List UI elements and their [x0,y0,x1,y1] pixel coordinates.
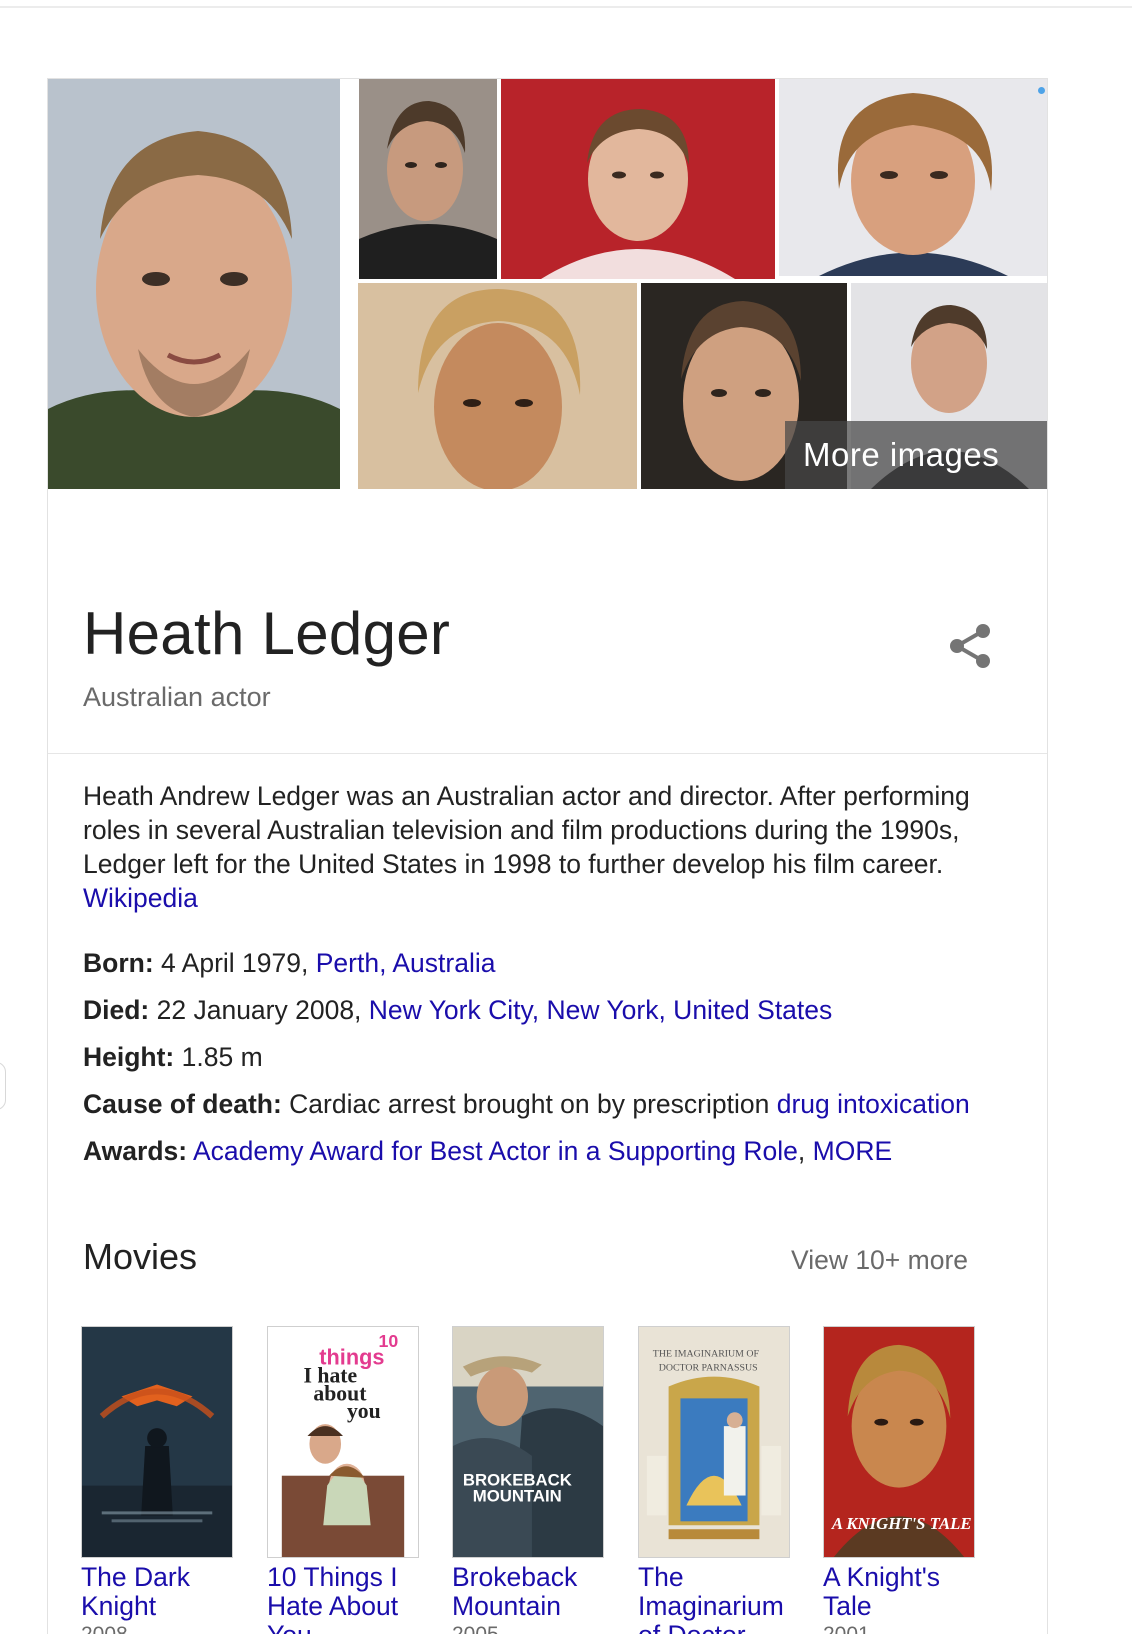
left-scroll-handle[interactable] [0,1062,6,1110]
poster-imaginarium-line2: DOCTOR PARNASSUS [659,1363,758,1374]
movie-year: 2008 [81,1623,246,1634]
movie-title[interactable]: The Imaginarium of Doctor... [638,1563,803,1634]
share-icon[interactable] [943,619,997,673]
fact-value: 22 January 2008, [156,995,362,1025]
image-mosaic: More images [48,79,1047,489]
award-link[interactable]: Academy Award for Best Actor in a Suppor… [193,1136,798,1166]
title-block: Heath Ledger Australian actor [48,489,1047,755]
fact-cause-of-death: Cause of death: Cardiac arrest brought o… [83,1088,1013,1121]
fact-label: Height: [83,1042,175,1072]
movie-card[interactable]: BROKEBACK MOUNTAIN Brokeback Mountain 20… [452,1326,617,1634]
movie-title[interactable]: The Dark Knight [81,1563,246,1621]
page-top-rule [0,6,1132,8]
fact-height: Height: 1.85 m [83,1041,1013,1074]
view-more-movies-link[interactable]: View 10+ more [791,1245,968,1276]
image-tile-dark-shirt[interactable] [359,79,497,279]
movie-poster[interactable]: THE IMAGINARIUM OF DOCTOR PARNASSUS [638,1326,790,1558]
drug-intoxication-link[interactable]: drug intoxication [777,1089,970,1119]
knowledge-panel: More images Heath Ledger Australian acto… [47,78,1048,1634]
fact-label: Died: [83,995,150,1025]
description-text: Heath Andrew Ledger was an Australian ac… [83,781,970,879]
death-place-link[interactable]: New York City, New York, United States [369,995,832,1025]
award-separator: , [797,1136,806,1166]
movie-card[interactable]: THE IMAGINARIUM OF DOCTOR PARNASSUS The … [638,1326,803,1634]
image-tile-knight[interactable] [358,283,637,489]
movie-card[interactable]: The Dark Knight 2008 [81,1326,246,1634]
movie-card[interactable]: A KNIGHT'S TALE A Knight's Tale 2001 [823,1326,988,1634]
movie-title[interactable]: 10 Things I Hate About You [267,1563,432,1634]
fact-label: Born: [83,948,154,978]
fact-value: 4 April 1979, [161,948,309,978]
entity-title: Heath Ledger [83,600,451,667]
image-tile-red-background[interactable] [501,79,775,279]
born-place-link[interactable]: Perth, Australia [316,948,496,978]
movie-title[interactable]: Brokeback Mountain [452,1563,617,1621]
fact-value: Cardiac arrest brought on by prescriptio… [289,1089,770,1119]
movie-poster[interactable]: A KNIGHT'S TALE [823,1326,975,1558]
more-images-button[interactable]: More images [785,421,1047,489]
movie-poster[interactable]: BROKEBACK MOUNTAIN [452,1326,604,1558]
movies-heading: Movies [83,1236,198,1277]
poster-imaginarium-line1: THE IMAGINARIUM OF [653,1349,760,1360]
fact-born: Born: 4 April 1979, Perth, Australia [83,947,1013,980]
movie-card[interactable]: 10 things I hate about you 10 Things I H… [267,1326,432,1634]
wikipedia-link[interactable]: Wikipedia [83,883,198,913]
movie-poster[interactable]: 10 things I hate about you [267,1326,419,1558]
description: Heath Andrew Ledger was an Australian ac… [83,779,1003,915]
fact-value: 1.85 m [181,1042,263,1072]
fact-label: Cause of death: [83,1089,282,1119]
poster-things-line3: you [347,1399,381,1423]
image-tile-main[interactable] [48,79,340,489]
facts-list: Born: 4 April 1979, Perth, Australia Die… [83,947,1013,1182]
awards-more-link[interactable]: MORE [813,1136,893,1166]
entity-subtitle: Australian actor [83,682,271,712]
section-divider [48,753,1047,754]
poster-knights-title: A KNIGHT'S TALE [831,1514,972,1533]
fact-awards: Awards: Academy Award for Best Actor in … [83,1135,1013,1168]
poster-brokeback-line2: MOUNTAIN [473,1486,562,1505]
movie-year: 2001 [823,1623,988,1634]
image-tile-long-hair[interactable] [779,79,1047,276]
movie-title[interactable]: A Knight's Tale [823,1563,988,1621]
movie-year: 2005 [452,1623,617,1634]
movie-poster[interactable] [81,1326,233,1558]
fact-died: Died: 22 January 2008, New York City, Ne… [83,994,1013,1027]
fact-label: Awards: [83,1136,188,1166]
indicator-dot [1038,87,1045,94]
